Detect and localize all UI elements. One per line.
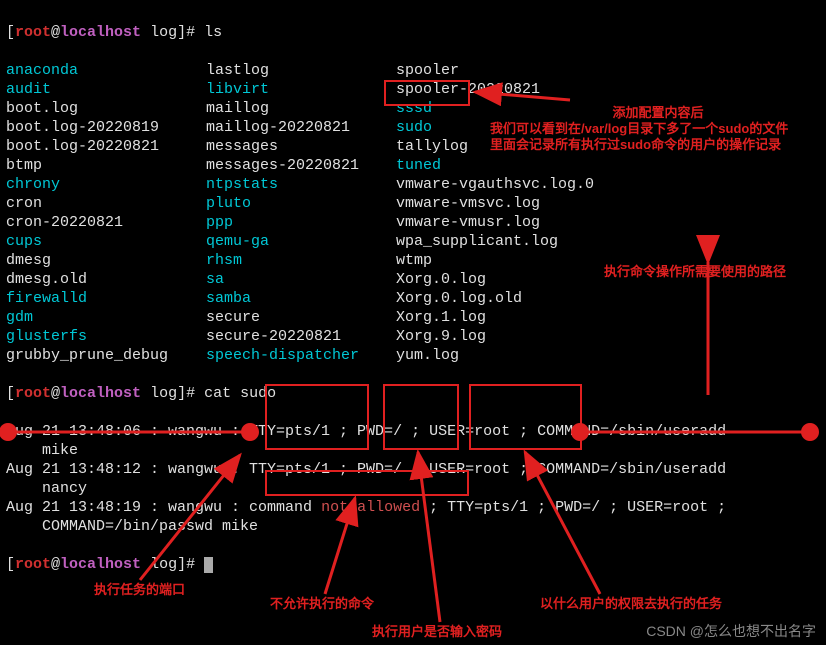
ls-cell: wtmp <box>396 251 432 270</box>
ls-cell: vmware-vmsvc.log <box>396 194 540 213</box>
ls-cell: vmware-vgauthsvc.log.0 <box>396 175 594 194</box>
ls-cell: firewalld <box>6 289 206 308</box>
ls-row: btmpmessages-20220821tuned <box>6 156 820 175</box>
ls-cell: cron <box>6 194 206 213</box>
prompt-line-3: [root@localhost log]# <box>6 555 820 574</box>
anno-pwd: 执行用户是否输入密码 <box>372 624 502 640</box>
ls-cell: boot.log-20220821 <box>6 137 206 156</box>
ls-cell: dmesg.old <box>6 270 206 289</box>
ls-row: glusterfssecure-20220821Xorg.9.log <box>6 327 820 346</box>
command-ls: ls <box>204 24 222 41</box>
ls-cell: libvirt <box>206 80 396 99</box>
ls-cell: boot.log-20220819 <box>6 118 206 137</box>
ls-cell: samba <box>206 289 396 308</box>
ls-cell: pluto <box>206 194 396 213</box>
ls-cell: speech-dispatcher <box>206 346 396 365</box>
ls-cell: btmp <box>6 156 206 175</box>
ls-cell: glusterfs <box>6 327 206 346</box>
ls-cell: Xorg.0.log.old <box>396 289 522 308</box>
terminal-output: [root@localhost log]# ls anacondalastlog… <box>0 0 826 597</box>
anno-user: 以什么用户的权限去执行的任务 <box>540 596 722 612</box>
ls-cell: anaconda <box>6 61 206 80</box>
ls-cell: dmesg <box>6 251 206 270</box>
ls-cell: grubby_prune_debug <box>6 346 206 365</box>
ls-cell: qemu-ga <box>206 232 396 251</box>
ls-cell: lastlog <box>206 61 396 80</box>
ls-row: gdmsecureXorg.1.log <box>6 308 820 327</box>
ls-row: grubby_prune_debugspeech-dispatcheryum.l… <box>6 346 820 365</box>
ls-cell: maillog <box>206 99 396 118</box>
cat-line: mike <box>6 441 820 460</box>
watermark: CSDN @怎么也想不出名字 <box>646 622 816 641</box>
ls-cell: gdm <box>6 308 206 327</box>
ls-cell: ppp <box>206 213 396 232</box>
cat-line: Aug 21 13:48:06 : wangwu : TTY=pts/1 ; P… <box>6 422 820 441</box>
ls-row: auditlibvirtspooler-20220821 <box>6 80 820 99</box>
ls-cell: messages-20220821 <box>206 156 396 175</box>
ls-cell: secure-20220821 <box>206 327 396 346</box>
ls-cell: maillog-20220821 <box>206 118 396 137</box>
ls-cell: yum.log <box>396 346 459 365</box>
anno-port: 执行任务的端口 <box>94 582 185 598</box>
ls-cell: sudo <box>396 118 432 137</box>
anno-path: 执行命令操作所需要使用的路径 <box>604 264 786 280</box>
ls-cell: messages <box>206 137 396 156</box>
ls-cell: rhsm <box>206 251 396 270</box>
ls-row: cronplutovmware-vmsvc.log <box>6 194 820 213</box>
cat-line: Aug 21 13:48:19 : wangwu : command not a… <box>6 498 820 517</box>
command-cat: cat sudo <box>204 385 276 402</box>
ls-cell: Xorg.9.log <box>396 327 486 346</box>
ls-cell: chrony <box>6 175 206 194</box>
ls-cell: tallylog <box>396 137 468 156</box>
ls-cell: ntpstats <box>206 175 396 194</box>
ls-cell: boot.log <box>6 99 206 118</box>
ls-cell: sa <box>206 270 396 289</box>
ls-cell: audit <box>6 80 206 99</box>
ls-cell: Xorg.1.log <box>396 308 486 327</box>
ls-cell: cups <box>6 232 206 251</box>
cat-line: COMMAND=/bin/passwd mike <box>6 517 820 536</box>
cat-output: Aug 21 13:48:06 : wangwu : TTY=pts/1 ; P… <box>6 422 820 536</box>
prompt-line-1: [root@localhost log]# ls <box>6 23 820 42</box>
ls-row: anacondalastlogspooler <box>6 61 820 80</box>
cat-line: nancy <box>6 479 820 498</box>
ls-cell: cron-20220821 <box>6 213 206 232</box>
ls-cell: wpa_supplicant.log <box>396 232 558 251</box>
ls-cell: spooler-20220821 <box>396 80 540 99</box>
ls-cell: tuned <box>396 156 441 175</box>
ls-row: chronyntpstatsvmware-vgauthsvc.log.0 <box>6 175 820 194</box>
ls-cell: Xorg.0.log <box>396 270 486 289</box>
ls-cell: sssd <box>396 99 432 118</box>
anno-top-block: 添加配置内容后 我们可以看到在/var/log目录下多了一个sudo的文件 里面… <box>490 105 826 153</box>
ls-cell: secure <box>206 308 396 327</box>
anno-deny: 不允许执行的命令 <box>270 596 374 612</box>
ls-row: cupsqemu-gawpa_supplicant.log <box>6 232 820 251</box>
ls-cell: spooler <box>396 61 459 80</box>
cat-line: Aug 21 13:48:12 : wangwu : TTY=pts/1 ; P… <box>6 460 820 479</box>
ls-row: firewalldsambaXorg.0.log.old <box>6 289 820 308</box>
prompt-line-2: [root@localhost log]# cat sudo <box>6 384 820 403</box>
ls-row: cron-20220821pppvmware-vmusr.log <box>6 213 820 232</box>
cursor <box>204 557 213 573</box>
ls-cell: vmware-vmusr.log <box>396 213 540 232</box>
